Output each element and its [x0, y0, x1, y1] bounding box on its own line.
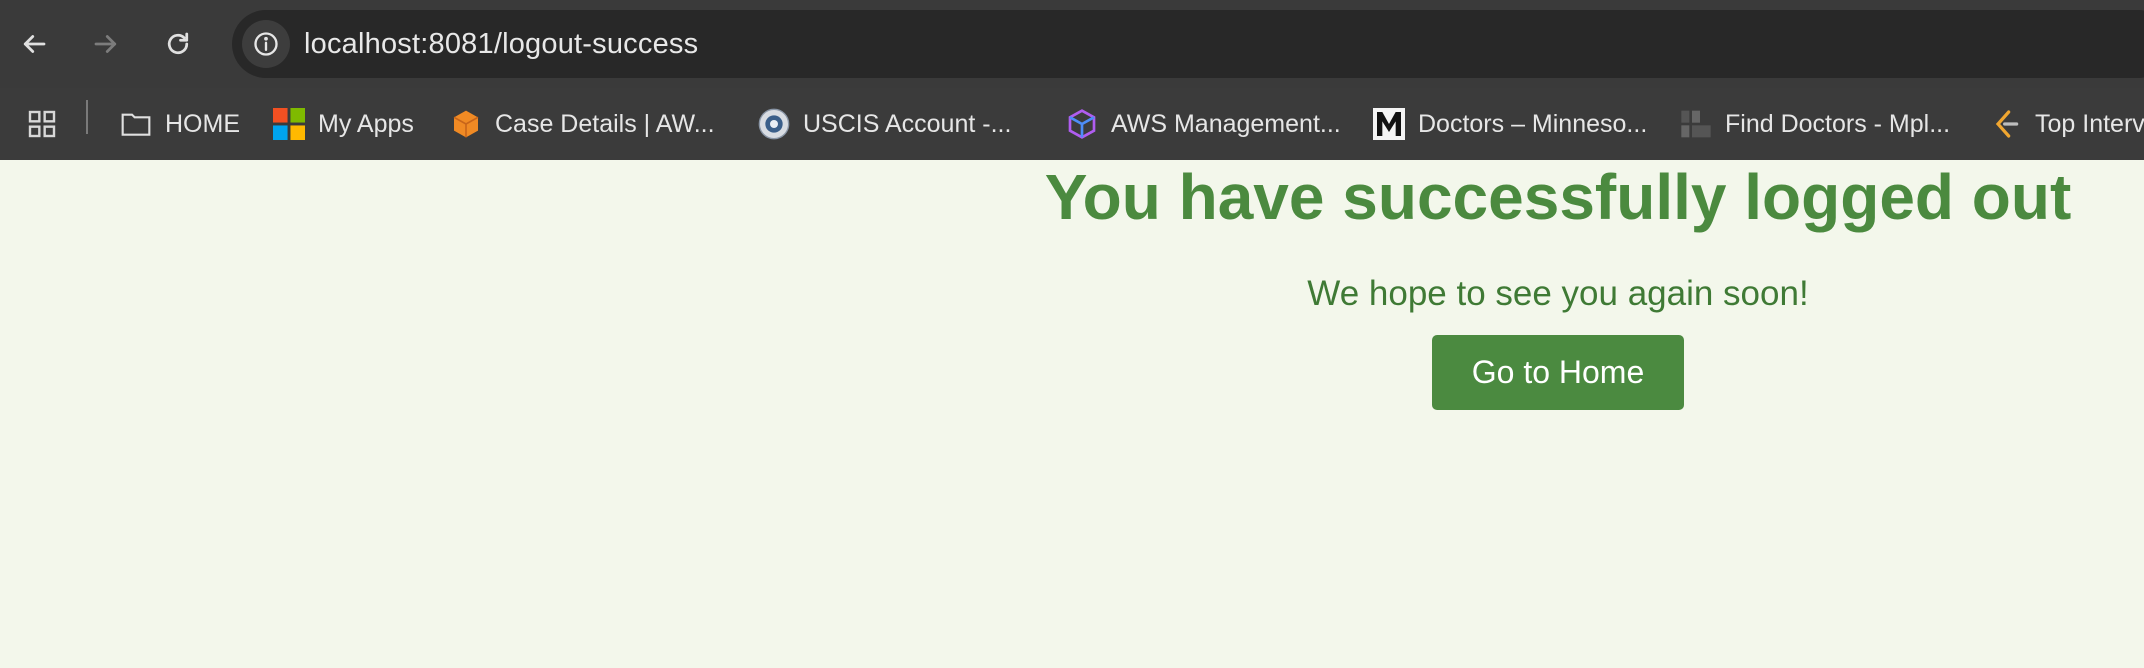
- arrow-right-icon: [94, 35, 117, 53]
- leetcode-icon: [1990, 108, 2022, 140]
- bookmark-my-apps[interactable]: My Apps: [273, 88, 414, 160]
- microsoft-logo-icon: [273, 108, 305, 140]
- forward-button[interactable]: [84, 22, 128, 66]
- browser-toolbar: localhost:8081/logout-success: [0, 0, 2144, 88]
- bookmark-home[interactable]: HOME: [120, 88, 240, 160]
- bookmark-find-doctors[interactable]: Find Doctors - Mpl...: [1680, 88, 1950, 160]
- go-to-home-button[interactable]: Go to Home: [1432, 335, 1684, 410]
- bookmark-uscis[interactable]: USCIS Account -...: [758, 88, 1011, 160]
- bookmark-label: AWS Management...: [1111, 109, 1341, 138]
- bookmark-doctors-minnesota[interactable]: Doctors – Minneso...: [1373, 88, 1647, 160]
- page-content: [0, 160, 2144, 668]
- bookmark-label: USCIS Account -...: [803, 109, 1012, 138]
- uscis-seal-icon: [758, 108, 790, 140]
- bookmark-label: Doctors – Minneso...: [1418, 109, 1648, 138]
- browser-chrome: localhost:8081/logout-success HOME My Ap…: [0, 0, 2144, 160]
- bookmark-case-details[interactable]: Case Details | AW...: [450, 88, 715, 160]
- mpls-stpaul-logo-icon: [1680, 108, 1712, 140]
- bookmark-aws-management[interactable]: AWS Management...: [1066, 88, 1341, 160]
- folder-icon: [120, 108, 152, 140]
- page-subtitle: We hope to see you again soon!: [1307, 274, 1809, 313]
- apps-grid-icon: [28, 110, 56, 138]
- reload-icon: [167, 32, 189, 55]
- page-title: You have successfully logged out: [1044, 161, 2072, 233]
- bookmark-label: Case Details | AW...: [495, 109, 715, 138]
- bookmark-label: Top Interv: [2035, 109, 2144, 138]
- site-info-button[interactable]: [242, 20, 290, 68]
- m-logo-icon: [1373, 108, 1405, 140]
- bookmark-label: My Apps: [318, 109, 414, 138]
- bookmarks-divider: [86, 100, 88, 134]
- back-button[interactable]: [12, 22, 56, 66]
- url-text[interactable]: localhost:8081/logout-success: [304, 10, 698, 78]
- apps-grid-button[interactable]: [26, 88, 58, 160]
- bookmark-label: HOME: [165, 109, 240, 138]
- bookmarks-bar: HOME My Apps Case Details | AW... USCIS …: [0, 88, 2144, 160]
- arrow-left-icon: [23, 35, 46, 53]
- info-icon: [254, 32, 278, 56]
- bookmark-label: Find Doctors - Mpl...: [1725, 109, 1951, 138]
- aws-cube-icon: [450, 108, 482, 140]
- bookmark-top-interview[interactable]: Top Interv: [1990, 88, 2144, 160]
- reload-button[interactable]: [156, 22, 200, 66]
- address-bar[interactable]: localhost:8081/logout-success: [232, 10, 2144, 78]
- aws-console-cube-icon: [1066, 108, 1098, 140]
